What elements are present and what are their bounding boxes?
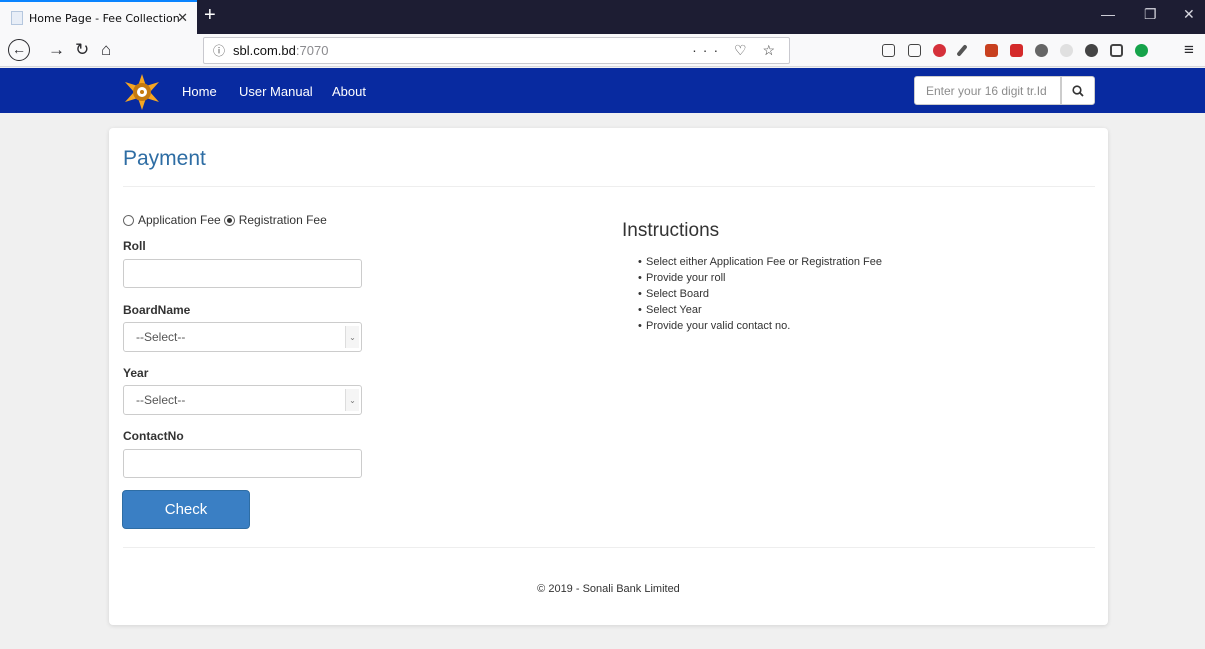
reload-button[interactable]: ↻ [75, 40, 89, 60]
minimize-icon[interactable]: — [1101, 6, 1115, 22]
nav-about-link[interactable]: About [332, 84, 366, 99]
window-close-icon[interactable]: ✕ [1183, 6, 1195, 23]
extension-orange-icon[interactable] [985, 44, 998, 57]
extension-diamond-icon[interactable] [1060, 44, 1073, 57]
title-divider [123, 186, 1095, 187]
page-favicon-icon [11, 11, 23, 25]
application-fee-label: Application Fee [138, 213, 221, 227]
library-icon[interactable] [882, 44, 895, 57]
restore-icon[interactable]: ❐ [1144, 6, 1157, 23]
board-name-label: BoardName [123, 303, 191, 317]
contact-no-input[interactable] [123, 449, 362, 478]
footer-copyright: © 2019 - Sonali Bank Limited [537, 583, 680, 595]
tab-close-icon[interactable]: ✕ [177, 10, 188, 26]
board-name-value: --Select-- [136, 330, 186, 344]
forward-button[interactable]: → [48, 40, 65, 60]
sonali-bank-logo[interactable] [117, 72, 167, 112]
search-icon [1072, 84, 1084, 97]
instructions-title: Instructions [622, 220, 720, 241]
contact-no-label: ContactNo [123, 429, 184, 443]
tracking-id-input[interactable] [914, 76, 1061, 105]
browser-tab[interactable]: Home Page - Fee Collection ✕ [0, 0, 197, 34]
registration-fee-radio[interactable] [223, 214, 235, 226]
instruction-item: Select Board [638, 286, 882, 302]
year-select[interactable]: --Select-- ⌄ [123, 385, 362, 415]
grammarly-icon[interactable] [1135, 44, 1148, 57]
eyedropper-icon[interactable] [956, 44, 968, 57]
browser-tab-strip: Home Page - Fee Collection ✕ + — ❐ ✕ [0, 0, 1205, 34]
tab-title: Home Page - Fee Collection [29, 11, 180, 25]
instructions-list: Select either Application Fee or Registr… [638, 254, 882, 334]
payment-card: Payment Application Fee Registration Fee… [109, 128, 1108, 625]
site-info-icon[interactable]: ⓘ [213, 42, 225, 59]
home-button[interactable]: ⌂ [101, 40, 111, 60]
board-name-select[interactable]: --Select-- ⌄ [123, 322, 362, 352]
roll-label: Roll [123, 239, 146, 253]
site-header: Home User Manual About [0, 68, 1205, 113]
check-button[interactable]: Check [122, 490, 250, 529]
extension-red-icon[interactable] [1010, 44, 1023, 57]
browser-nav-bar: ← → ↻ ⌂ ⓘ sbl.com.bd:7070 ··· ♡ ☆ ≡ [0, 34, 1205, 67]
footer-divider [123, 547, 1095, 548]
search-button[interactable] [1061, 76, 1095, 105]
new-tab-button[interactable]: + [204, 4, 216, 26]
crop-icon[interactable] [1110, 44, 1123, 57]
application-fee-radio[interactable] [123, 214, 134, 226]
instruction-item: Select Year [638, 302, 882, 318]
year-label: Year [123, 366, 149, 380]
menu-icon[interactable]: ≡ [1184, 40, 1194, 60]
chevron-down-icon: ⌄ [345, 389, 359, 411]
chevron-down-icon: ⌄ [345, 326, 359, 348]
instruction-item: Provide your valid contact no. [638, 318, 882, 334]
instruction-item: Select either Application Fee or Registr… [638, 254, 882, 270]
url-actions[interactable]: ··· ♡ ☆ [692, 42, 781, 59]
back-button[interactable]: ← [8, 39, 30, 61]
fee-type-radio-group: Application Fee Registration Fee [123, 213, 327, 227]
nav-user-manual-link[interactable]: User Manual [239, 84, 313, 99]
url-bar[interactable]: ⓘ sbl.com.bd:7070 ··· ♡ ☆ [203, 37, 790, 64]
page-title: Payment [123, 147, 206, 170]
extension-tool-icon[interactable] [1085, 44, 1098, 57]
registration-fee-label: Registration Fee [238, 213, 327, 227]
instruction-item: Provide your roll [638, 270, 882, 286]
sidebar-icon[interactable] [908, 44, 921, 57]
extension-globe-icon[interactable] [1035, 44, 1048, 57]
url-text: sbl.com.bd:7070 [233, 43, 328, 58]
year-value: --Select-- [136, 393, 186, 407]
adblock-icon[interactable] [933, 44, 946, 57]
url-port: :7070 [295, 43, 329, 58]
url-host: sbl.com.bd [233, 43, 296, 58]
nav-home-link[interactable]: Home [182, 84, 217, 99]
roll-input[interactable] [123, 259, 362, 288]
